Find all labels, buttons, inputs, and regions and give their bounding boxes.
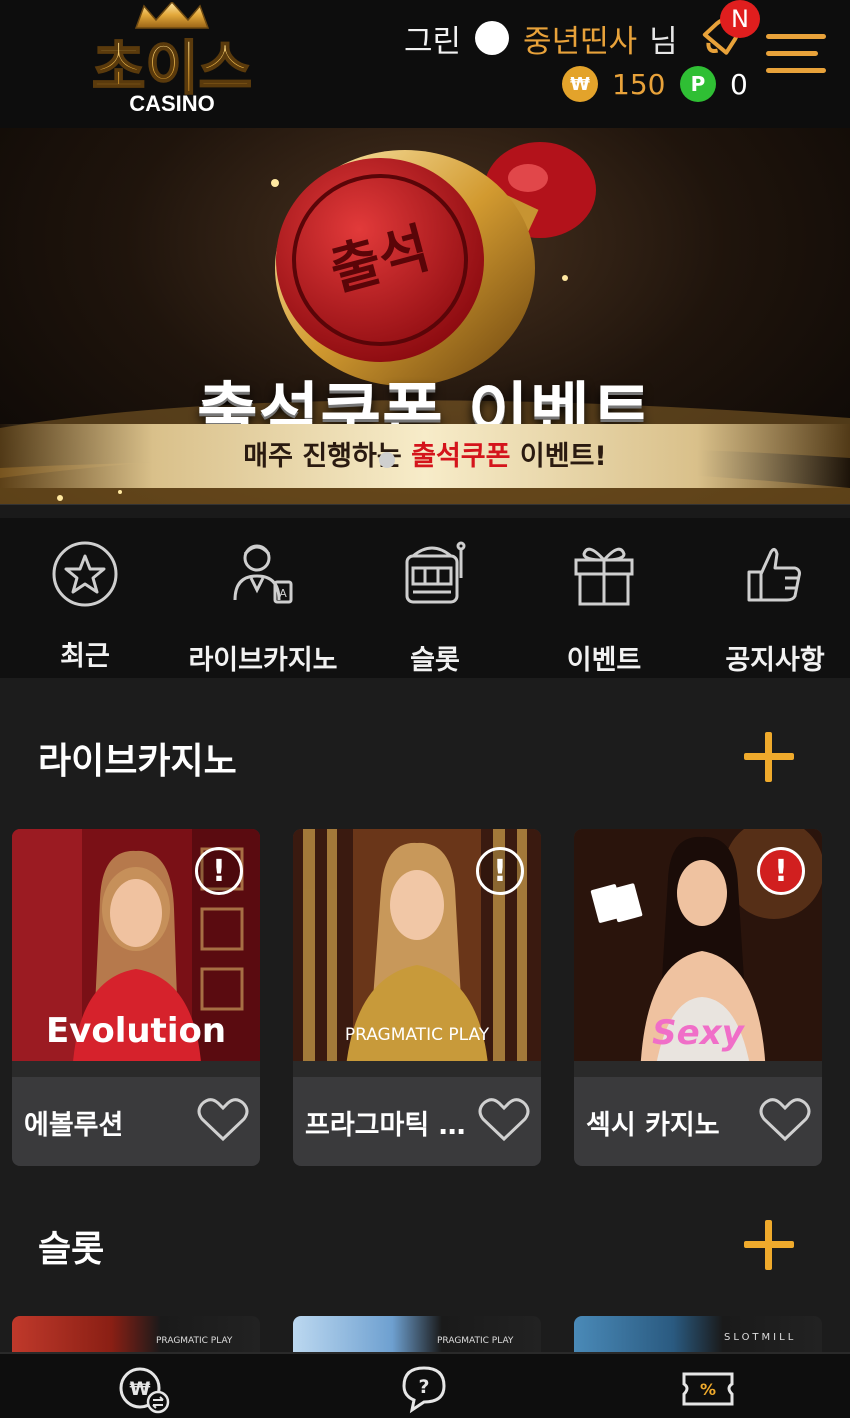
category-recent[interactable]: 최근 <box>0 518 170 678</box>
more-slot-plus-icon[interactable] <box>744 1220 794 1270</box>
category-label: 이벤트 <box>566 645 642 676</box>
svg-text:A: A <box>279 587 287 600</box>
deposit-exchange-icon[interactable]: ₩ <box>116 1364 172 1414</box>
slot-card[interactable]: SLOTMILL <box>574 1316 822 1356</box>
help-chat-icon[interactable]: ? <box>398 1364 454 1414</box>
honorific: 님 <box>649 23 678 60</box>
bottom-nav: ₩ ? % <box>0 1352 850 1418</box>
category-slot[interactable]: 슬롯 <box>350 518 520 678</box>
user-grade: 그린 <box>404 23 462 60</box>
grade-circle-icon <box>475 21 510 55</box>
star-icon <box>49 538 121 610</box>
game-name: 섹시 카지노 <box>586 1110 720 1141</box>
category-nav: 최근 A 라이브카지노 슬롯 이벤트 공지사항 <box>0 518 850 678</box>
banner-subtitle-suffix: 이벤트! <box>519 441 607 472</box>
notification-badge: N <box>720 0 760 38</box>
banner-subtitle-prefix: 매주 진행하는 <box>243 441 402 472</box>
won-coin-icon: ₩ <box>562 66 598 102</box>
favorite-heart-icon[interactable] <box>758 1097 812 1143</box>
game-card-pragmatic[interactable]: ! PRAGMATIC PLAY 프라그마틱 … <box>293 829 541 1166</box>
provider-brand: PRAGMATIC PLAY <box>344 1025 490 1045</box>
balance-display: ₩ 150 <box>562 64 665 104</box>
slot-card[interactable]: PRAGMATIC PLAY <box>293 1316 541 1356</box>
point-amount: 0 <box>730 67 748 101</box>
slot-card[interactable]: PRAGMATIC PLAY <box>12 1316 260 1356</box>
slot-provider: PRAGMATIC PLAY <box>156 1336 233 1346</box>
info-icon[interactable]: ! <box>476 847 524 895</box>
user-greeting: 그린 중년띤사 님 <box>404 14 678 62</box>
dealer-icon: A <box>227 538 299 610</box>
favorite-heart-icon[interactable] <box>196 1097 250 1143</box>
top-header: 초이스 CASINO 그린 중년띤사 님 N ₩ 150 P 0 <box>0 0 850 128</box>
point-coin-icon: P <box>680 66 716 102</box>
more-live-casino-plus-icon[interactable] <box>744 732 794 782</box>
coupon-ticket-icon[interactable]: % <box>680 1364 736 1414</box>
section-title-slot: 슬롯 <box>38 1229 105 1270</box>
point-display: P 0 <box>680 64 748 104</box>
category-label: 라이브카지노 <box>188 645 338 676</box>
thumbs-up-icon <box>739 538 811 610</box>
gift-icon <box>568 538 640 610</box>
slot-provider: SLOTMILL <box>724 1332 797 1343</box>
section-title-live-casino: 라이브카지노 <box>38 741 237 782</box>
logo-sub-text: CASINO <box>129 91 215 116</box>
game-name: 에볼루션 <box>24 1110 124 1141</box>
category-event[interactable]: 이벤트 <box>519 518 689 678</box>
slot-machine-icon <box>399 538 471 610</box>
provider-brand: Sexy <box>652 1013 744 1053</box>
hamburger-menu-icon[interactable] <box>766 34 828 78</box>
favorite-heart-icon[interactable] <box>477 1097 531 1143</box>
casino-logo[interactable]: 초이스 CASINO <box>84 2 260 118</box>
banner-subtitle: 매주 진행하는 출석쿠폰 이벤트! <box>0 434 850 473</box>
game-name: 프라그마틱 … <box>305 1110 466 1141</box>
slot-provider: PRAGMATIC PLAY <box>437 1336 514 1346</box>
category-notice[interactable]: 공지사항 <box>690 518 850 678</box>
deposit-symbol: ₩ <box>130 1378 151 1400</box>
provider-brand: Evolution <box>45 1011 227 1051</box>
coupon-symbol: % <box>700 1380 716 1399</box>
category-label: 슬롯 <box>410 645 460 676</box>
banner-subtitle-highlight: 출석쿠폰 <box>411 441 511 472</box>
balance-amount: 150 <box>612 67 666 101</box>
info-icon[interactable]: ! <box>195 847 243 895</box>
game-card-evolution[interactable]: ! Evolution 에볼루션 <box>12 829 260 1166</box>
user-nickname[interactable]: 중년띤사 <box>523 16 637 61</box>
category-label: 공지사항 <box>725 645 825 676</box>
info-icon[interactable]: ! <box>757 847 805 895</box>
promo-banner[interactable]: 출석 출석쿠폰 이벤트 매주 진행하는 출석쿠폰 이벤트! <box>0 128 850 504</box>
game-card-sexy[interactable]: ! Sexy 섹시 카지노 <box>574 829 822 1166</box>
help-symbol: ? <box>418 1376 429 1398</box>
category-live-casino[interactable]: A 라이브카지노 <box>178 518 348 678</box>
banner-divider <box>0 504 850 519</box>
carousel-dot[interactable] <box>379 452 395 468</box>
category-label: 최근 <box>60 641 110 672</box>
